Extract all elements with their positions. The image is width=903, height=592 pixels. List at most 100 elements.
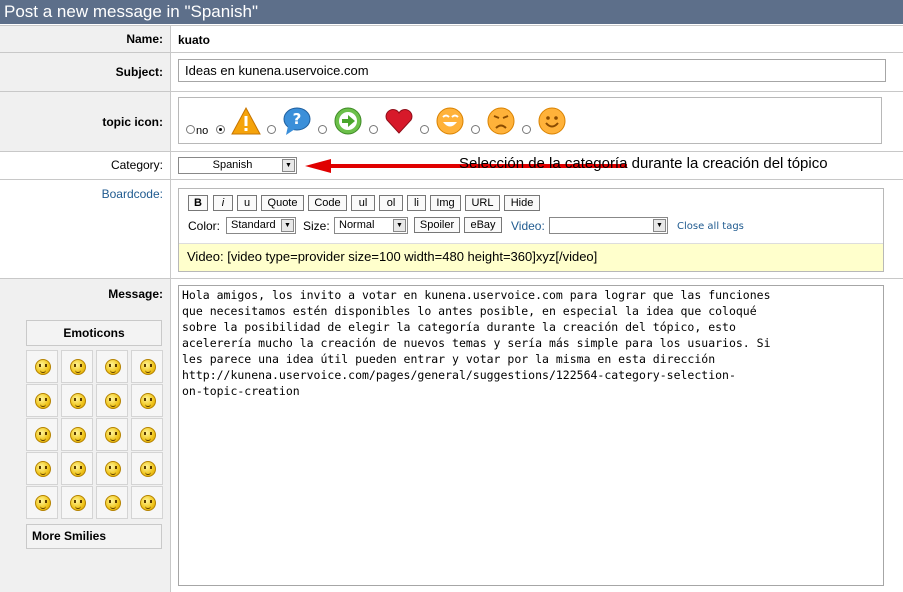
img-button[interactable]: Img	[430, 195, 461, 211]
emoticon-cell[interactable]	[131, 350, 163, 383]
topic-icon-radio-warning[interactable]	[216, 125, 225, 134]
boardcode-label: Boardcode:	[0, 180, 171, 278]
emoticon-cell[interactable]	[61, 452, 93, 485]
ul-button[interactable]: ul	[351, 195, 375, 211]
li-button[interactable]: li	[407, 195, 426, 211]
wink-smiley-icon	[70, 393, 86, 409]
subject-input[interactable]: Ideas en kunena.uservoice.com	[178, 59, 886, 82]
size-selected-value: Normal	[339, 219, 375, 231]
topic-icon-radio-none[interactable]	[186, 125, 195, 134]
boardcode-toolbar: B i u Quote Code ul ol li Img URL Hide C…	[178, 188, 884, 272]
dizzy-smiley-icon	[140, 427, 156, 443]
topic-icon-radio-sad[interactable]	[471, 125, 480, 134]
topic-icon-radio-arrow[interactable]	[318, 125, 327, 134]
emoticon-cell[interactable]	[61, 418, 93, 451]
url-button[interactable]: URL	[465, 195, 500, 211]
topic-icon-radio-laughing[interactable]	[420, 125, 429, 134]
laughing-face-icon[interactable]	[435, 106, 465, 136]
emoticon-cell[interactable]	[26, 452, 58, 485]
emoticon-cell[interactable]	[26, 384, 58, 417]
size-select[interactable]: Normal ▼	[334, 217, 408, 234]
video-select[interactable]: ▼	[549, 217, 668, 234]
smile-smiley-icon	[105, 359, 121, 375]
color-select[interactable]: Standard ▼	[226, 217, 296, 234]
neutral-smiley-icon	[105, 495, 121, 511]
message-label: Message:	[108, 287, 163, 301]
subject-label: Subject:	[0, 53, 171, 91]
emoticon-cell[interactable]	[61, 486, 93, 519]
sad-face-icon[interactable]	[486, 106, 516, 136]
chevron-down-icon: ▼	[282, 159, 295, 172]
more-smilies-button[interactable]: More Smilies	[26, 524, 162, 549]
category-select[interactable]: Spanish ▼	[178, 157, 297, 174]
oops-smiley-icon	[35, 495, 51, 511]
warning-icon[interactable]	[231, 106, 261, 136]
message-textarea[interactable]: Hola amigos, los invito a votar en kunen…	[178, 285, 884, 586]
topic-icon-picker: no ?	[178, 97, 882, 144]
rolleyes-smiley-icon	[105, 461, 121, 477]
page-title: Post a new message in "Spanish"	[0, 0, 903, 24]
emoticon-cell[interactable]	[26, 418, 58, 451]
name-value: kuato	[178, 33, 211, 47]
code-button[interactable]: Code	[308, 195, 347, 211]
emoticon-cell[interactable]	[131, 418, 163, 451]
italic-button[interactable]: i	[213, 195, 233, 211]
emoticon-cell[interactable]	[131, 486, 163, 519]
cool-smiley-icon	[35, 359, 51, 375]
shocked-smiley-icon	[35, 427, 51, 443]
spoiler-button[interactable]: Spoiler	[414, 217, 460, 233]
topic-icon-label: topic icon:	[0, 92, 171, 151]
category-row: Category: Spanish ▼ Selección de la cate…	[0, 151, 903, 179]
smile-face-icon[interactable]	[537, 106, 567, 136]
subject-row: Subject: Ideas en kunena.uservoice.com	[0, 52, 903, 91]
close-all-tags-link[interactable]: Close all tags	[677, 221, 744, 232]
emoticon-cell[interactable]	[26, 350, 58, 383]
svg-text:?: ?	[293, 110, 302, 128]
bold-button[interactable]: B	[188, 195, 208, 211]
emoticon-cell[interactable]	[26, 486, 58, 519]
emoticon-cell[interactable]	[61, 384, 93, 417]
sad-smiley-icon	[140, 461, 156, 477]
boardcode-link[interactable]: Boardcode:	[102, 187, 163, 201]
big-grin-smiley-icon	[70, 495, 86, 511]
ebay-button[interactable]: eBay	[464, 217, 502, 233]
worried-smiley-icon	[70, 359, 86, 375]
boardcode-row: Boardcode: B i u Quote Code ul ol li Img…	[0, 179, 903, 278]
size-label: Size:	[303, 219, 330, 233]
topic-icon-radio-question[interactable]	[267, 125, 276, 134]
emoticon-cell[interactable]	[96, 418, 128, 451]
happy-smiley-icon	[35, 393, 51, 409]
emoticon-cell[interactable]	[96, 486, 128, 519]
topic-icon-none-label: no	[196, 125, 209, 137]
question-bubble-icon[interactable]: ?	[282, 106, 312, 136]
color-label: Color:	[188, 219, 221, 233]
hide-button[interactable]: Hide	[504, 195, 540, 211]
emoticon-cell[interactable]	[96, 384, 128, 417]
underline-button[interactable]: u	[237, 195, 257, 211]
emoticon-cell[interactable]	[61, 350, 93, 383]
chevron-down-icon: ▼	[281, 219, 294, 232]
video-label[interactable]: Video:	[511, 219, 545, 233]
name-label: Name:	[0, 26, 171, 52]
ol-button[interactable]: ol	[379, 195, 403, 211]
emoticon-cell[interactable]	[131, 384, 163, 417]
tongue-smiley-icon	[105, 393, 121, 409]
message-row: Message: Emoticons More Smilies Hola ami…	[0, 278, 903, 592]
quote-button[interactable]: Quote	[261, 195, 304, 211]
heart-icon[interactable]	[384, 106, 414, 136]
emoticon-cell[interactable]	[96, 452, 128, 485]
emoticons-header: Emoticons	[26, 320, 162, 346]
crazy-smiley-icon	[140, 495, 156, 511]
category-annotation-text: Selección de la categoría durante la cre…	[459, 155, 828, 172]
topic-icon-radio-smile[interactable]	[522, 125, 531, 134]
angry-smiley-icon	[140, 393, 156, 409]
name-row: Name: kuato	[0, 25, 903, 52]
boardcode-help-text: Video: [video type=provider size=100 wid…	[179, 243, 883, 271]
emoticon-cell[interactable]	[131, 452, 163, 485]
arrow-right-icon[interactable]	[333, 106, 363, 136]
topic-icon-radio-heart[interactable]	[369, 125, 378, 134]
category-label: Category:	[0, 152, 171, 179]
emoticon-cell[interactable]	[96, 350, 128, 383]
blush-smiley-icon	[70, 461, 86, 477]
laugh-smiley-icon	[35, 461, 51, 477]
